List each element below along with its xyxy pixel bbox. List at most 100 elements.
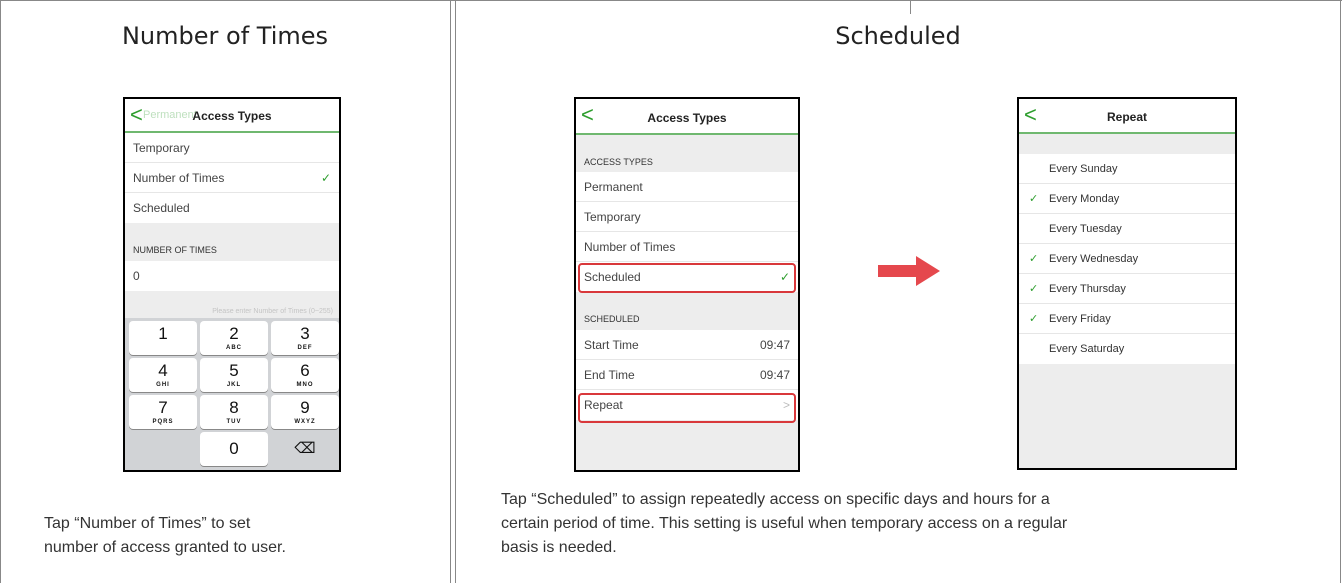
list-item-temporary[interactable]: Temporary: [125, 133, 339, 163]
section-header: NUMBER OF TIMES: [125, 223, 339, 261]
right-caption-line-1: Tap “Scheduled” to assign repeatedly acc…: [501, 491, 1050, 508]
nav-bar: < Permanent Access Types: [125, 99, 339, 133]
key-letters: JKL: [226, 382, 242, 388]
nav-title: Access Types: [647, 111, 727, 125]
day-label: Every Wednesday: [1049, 253, 1139, 265]
check-icon: ✓: [1029, 313, 1039, 325]
key-digit: 1: [158, 324, 168, 343]
left-column-title: Number of Times: [121, 22, 329, 50]
key-5[interactable]: 5 JKL: [200, 358, 268, 392]
backspace-icon: ⌫: [294, 440, 316, 457]
key-9[interactable]: 9 WXYZ: [271, 395, 339, 429]
phone-number-of-times: < Permanent Access Types Temporary Numbe…: [123, 97, 341, 472]
section-header-access-types: ACCESS TYPES: [576, 135, 798, 172]
list-item-label: Number of Times: [584, 240, 676, 254]
nav-title: Access Types: [192, 109, 272, 123]
column-divider-b: [455, 0, 456, 583]
key-6[interactable]: 6 MNO: [271, 358, 339, 392]
day-label: Every Saturday: [1049, 343, 1125, 355]
right-border: [1340, 0, 1341, 583]
day-row-sunday[interactable]: Every Sunday: [1019, 154, 1235, 184]
nav-title: Repeat: [1106, 110, 1147, 124]
number-of-times-input[interactable]: 0: [125, 261, 339, 291]
list-item-scheduled[interactable]: Scheduled: [125, 193, 339, 223]
check-icon: ✓: [1029, 193, 1039, 205]
key-digit: 5: [229, 361, 239, 380]
key-letters: ABC: [226, 345, 242, 351]
check-icon: ✓: [1029, 283, 1039, 295]
list-item-label: Number of Times: [133, 171, 225, 185]
highlight-repeat: [578, 393, 796, 423]
day-label: Every Friday: [1049, 313, 1111, 325]
list-item-label: Temporary: [584, 210, 641, 224]
key-2[interactable]: 2 ABC: [200, 321, 268, 355]
top-border: [0, 0, 1342, 1]
nav-bar: < Repeat: [1019, 99, 1235, 134]
key-letters: GHI: [156, 382, 170, 388]
bottom-fill: [576, 420, 798, 470]
input-value: 0: [133, 269, 140, 283]
list-item-permanent[interactable]: Permanent: [576, 172, 798, 202]
list-item-label: Temporary: [133, 141, 190, 155]
day-row-saturday[interactable]: Every Saturday: [1019, 334, 1235, 364]
bottom-fill: [1019, 364, 1235, 468]
key-digit: 4: [158, 361, 168, 380]
key-digit: 0: [229, 439, 239, 458]
key-digit: 3: [300, 324, 310, 343]
list-item-temporary[interactable]: Temporary: [576, 202, 798, 232]
day-row-wednesday[interactable]: ✓ Every Wednesday: [1019, 244, 1235, 274]
right-caption-line-2: certain period of time. This setting is …: [501, 515, 1068, 532]
day-row-tuesday[interactable]: Every Tuesday: [1019, 214, 1235, 244]
day-row-thursday[interactable]: ✓ Every Thursday: [1019, 274, 1235, 304]
key-letters: TUV: [226, 419, 242, 425]
right-column-title: Scheduled: [835, 22, 961, 50]
day-row-monday[interactable]: ✓ Every Monday: [1019, 184, 1235, 214]
left-caption-line-1: Tap “Number of Times” to set: [44, 515, 251, 532]
key-digit: 2: [229, 324, 239, 343]
list-item-label: Scheduled: [133, 201, 190, 215]
key-letters: MNO: [296, 382, 314, 388]
backspace-key[interactable]: ⌫: [271, 432, 339, 466]
list-item-number-of-times[interactable]: Number of Times: [576, 232, 798, 262]
key-1[interactable]: 1: [129, 321, 197, 355]
key-digit: 6: [300, 361, 310, 380]
day-row-friday[interactable]: ✓ Every Friday: [1019, 304, 1235, 334]
key-letters: WXYZ: [294, 419, 316, 425]
key-digit: 7: [158, 398, 168, 417]
phone-access-types: < Access Types ACCESS TYPES Permanent Te…: [574, 97, 800, 472]
section-header-scheduled: SCHEDULED: [576, 292, 798, 330]
start-time-label: Start Time: [584, 338, 639, 352]
day-label: Every Monday: [1049, 193, 1120, 205]
top-gap: [1019, 134, 1235, 154]
right-caption-line-3: basis is needed.: [501, 539, 617, 556]
key-letters: DEF: [297, 345, 313, 351]
start-time-row[interactable]: Start Time 09:47: [576, 330, 798, 360]
input-hint: Please enter Number of Times (0~255): [212, 308, 333, 315]
key-digit: 8: [229, 398, 239, 417]
nav-bar: < Access Types: [576, 99, 798, 135]
list-item-number-of-times[interactable]: Number of Times ✓: [125, 163, 339, 193]
numeric-keypad: 1 2 ABC 3 DEF 4 GHI 5 JKL 6 MNO 7 PQRS 8 TUV 9 W…: [125, 318, 339, 470]
check-icon: ✓: [1029, 253, 1039, 265]
check-icon: ✓: [320, 171, 331, 185]
left-caption-line-2: number of access granted to user.: [44, 539, 286, 556]
key-4[interactable]: 4 GHI: [129, 358, 197, 392]
start-time-value: 09:47: [759, 338, 790, 352]
day-label: Every Tuesday: [1049, 223, 1122, 235]
highlight-scheduled: [578, 263, 796, 293]
key-7[interactable]: 7 PQRS: [129, 395, 197, 429]
left-border: [0, 0, 1, 583]
arrow-right-icon: [878, 256, 940, 286]
day-label: Every Thursday: [1049, 283, 1126, 295]
key-0[interactable]: 0: [200, 432, 268, 466]
key-3[interactable]: 3 DEF: [271, 321, 339, 355]
key-digit: 9: [300, 398, 310, 417]
key-letters: PQRS: [152, 419, 174, 425]
phone-repeat: < Repeat Every Sunday ✓ Every Monday Ever…: [1017, 97, 1237, 470]
end-time-row[interactable]: End Time 09:47: [576, 360, 798, 390]
end-time-value: 09:47: [759, 368, 790, 382]
end-time-label: End Time: [584, 368, 635, 382]
top-tick: [910, 0, 911, 14]
key-8[interactable]: 8 TUV: [200, 395, 268, 429]
list-item-label: Permanent: [584, 180, 643, 194]
